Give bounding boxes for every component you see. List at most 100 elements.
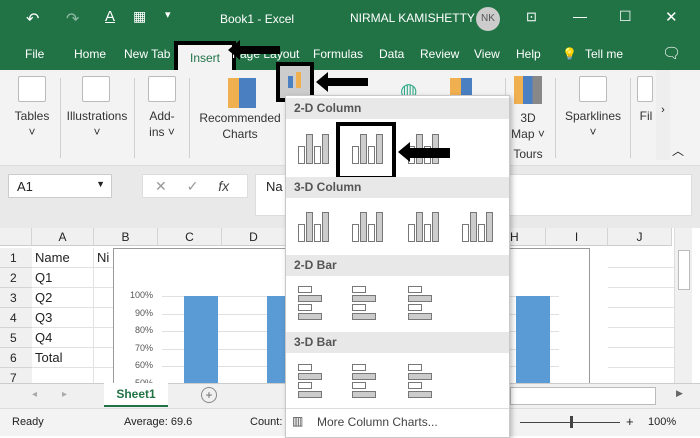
zoom-slider-thumb[interactable]	[570, 416, 573, 428]
100-stacked-bar-option[interactable]	[404, 282, 444, 324]
column-header[interactable]: H	[510, 228, 546, 246]
comments-icon[interactable]: 🗨	[662, 44, 681, 62]
ribbon-tabs: File Home New Tab Insert Page Layout For…	[0, 38, 700, 77]
zoom-in-button[interactable]: +	[626, 414, 634, 429]
recommended-charts-button[interactable]: Recommended Charts	[195, 110, 285, 142]
font-color-icon[interactable]: A	[105, 8, 115, 25]
3d-clustered-bar-option[interactable]	[294, 360, 334, 402]
tell-me-search[interactable]: Tell me	[585, 47, 623, 61]
row-header[interactable]: 5	[0, 328, 32, 348]
row-header[interactable]: 2	[0, 268, 32, 288]
tab-new-tab[interactable]: New Tab	[124, 47, 170, 61]
column-header[interactable]: B	[94, 228, 158, 246]
column-header[interactable]: D	[222, 228, 286, 246]
illustrations-button[interactable]: Illustrations ˅	[62, 108, 132, 140]
tab-view[interactable]: View	[474, 47, 500, 61]
cell-a5[interactable]: Q4	[32, 328, 94, 348]
select-all[interactable]	[0, 228, 32, 246]
ribbon-scroll-right[interactable]: ›	[656, 70, 670, 160]
cell[interactable]	[608, 348, 674, 368]
tab-formulas[interactable]: Formulas	[313, 47, 363, 61]
tab-file[interactable]: File	[25, 47, 44, 61]
scrollbar-thumb[interactable]	[678, 250, 690, 290]
redo-icon[interactable]: ↷	[66, 9, 79, 29]
3d-100-stacked-column-option[interactable]	[404, 204, 444, 246]
name-box[interactable]: A1 ▼	[8, 174, 112, 198]
maximize-button[interactable]: ☐	[619, 8, 632, 25]
chart-bar[interactable]	[516, 296, 550, 383]
chart-type-glyph	[298, 286, 312, 293]
chart-type-glyph	[408, 313, 432, 320]
y-tick-label: 80%	[134, 325, 153, 335]
customize-qat-icon[interactable]: ▾	[165, 8, 171, 21]
row-header[interactable]: 1	[0, 248, 32, 268]
row-header[interactable]: 4	[0, 308, 32, 328]
add-sheet-button[interactable]: +	[201, 387, 217, 403]
cell-a4[interactable]: Q3	[32, 308, 94, 328]
horizontal-scrollbar[interactable]	[510, 387, 656, 405]
cell[interactable]	[94, 348, 113, 368]
cell-b1[interactable]: Ni	[94, 248, 109, 268]
3d-map-button[interactable]: 3D Map ˅	[510, 110, 546, 142]
collapse-ribbon-icon[interactable]: ︿	[672, 142, 684, 159]
3d-100-stacked-bar-option[interactable]	[404, 360, 444, 402]
sparklines-button[interactable]: Sparklines ˅	[562, 108, 624, 140]
column-header[interactable]: A	[32, 228, 94, 246]
next-sheet-icon[interactable]: ▸	[62, 389, 67, 400]
cell[interactable]	[608, 268, 674, 288]
chart-type-glyph	[298, 373, 322, 380]
cell[interactable]	[94, 288, 113, 308]
cell[interactable]	[608, 308, 674, 328]
cancel-icon[interactable]: ✕	[155, 178, 167, 194]
prev-sheet-icon[interactable]: ◂	[32, 389, 37, 400]
enter-icon[interactable]: ✓	[187, 178, 199, 194]
column-header[interactable]: J	[608, 228, 672, 246]
title-bar: ↶ ↷ A ▦ ▾ Book1 - Excel NIRMAL KAMISHETT…	[0, 0, 700, 38]
3d-column-option[interactable]	[458, 204, 498, 246]
ribbon-display-icon[interactable]: ⊡	[526, 9, 537, 25]
formula-buttons: ✕ ✓ fx	[142, 174, 248, 198]
column-header[interactable]: I	[546, 228, 608, 246]
close-button[interactable]: ✕	[665, 8, 678, 26]
tab-data[interactable]: Data	[379, 47, 404, 61]
cell[interactable]	[94, 268, 113, 288]
column-header[interactable]: C	[158, 228, 222, 246]
minimize-button[interactable]: —	[573, 8, 587, 24]
cell-a6[interactable]: Total	[32, 348, 94, 368]
filters-button[interactable]: Fil	[636, 108, 656, 124]
clustered-bar-option[interactable]	[294, 282, 334, 324]
row-header[interactable]: 3	[0, 288, 32, 308]
avatar[interactable]: NK	[476, 7, 500, 31]
tab-home[interactable]: Home	[74, 47, 106, 61]
y-tick-label: 100%	[129, 290, 153, 300]
100-stacked-column-option[interactable]	[404, 126, 444, 168]
cell-a2[interactable]: Q1	[32, 268, 94, 288]
3d-stacked-bar-option[interactable]	[348, 360, 388, 402]
tables-button[interactable]: Tables ˅	[10, 108, 54, 140]
clustered-column-option[interactable]	[294, 126, 334, 168]
borders-icon[interactable]: ▦	[133, 8, 146, 25]
vertical-scrollbar[interactable]	[674, 228, 692, 383]
status-average: Average: 69.6	[124, 416, 193, 428]
stacked-bar-option[interactable]	[348, 282, 388, 324]
sheet-tab-sheet1[interactable]: Sheet1	[104, 383, 168, 407]
cell[interactable]	[94, 328, 113, 348]
cell-a3[interactable]: Q2	[32, 288, 94, 308]
chart-bar[interactable]	[184, 296, 218, 383]
3d-clustered-column-option[interactable]	[294, 204, 334, 246]
row-header[interactable]: 6	[0, 348, 32, 368]
cell[interactable]	[608, 248, 674, 268]
insert-function-icon[interactable]: fx	[218, 178, 229, 194]
3d-stacked-column-option[interactable]	[348, 204, 388, 246]
cell[interactable]	[608, 328, 674, 348]
cell[interactable]	[94, 308, 113, 328]
cell-a1[interactable]: Name	[32, 248, 94, 268]
scroll-right-icon[interactable]: ▶	[676, 388, 683, 399]
more-column-charts-link[interactable]: More Column Charts...	[317, 415, 438, 429]
tab-review[interactable]: Review	[420, 47, 459, 61]
zoom-level[interactable]: 100%	[648, 416, 676, 428]
cell[interactable]	[608, 288, 674, 308]
undo-icon[interactable]: ↶	[26, 9, 39, 29]
tab-help[interactable]: Help	[516, 47, 541, 61]
addins-button[interactable]: Add-ins ˅	[140, 108, 184, 140]
